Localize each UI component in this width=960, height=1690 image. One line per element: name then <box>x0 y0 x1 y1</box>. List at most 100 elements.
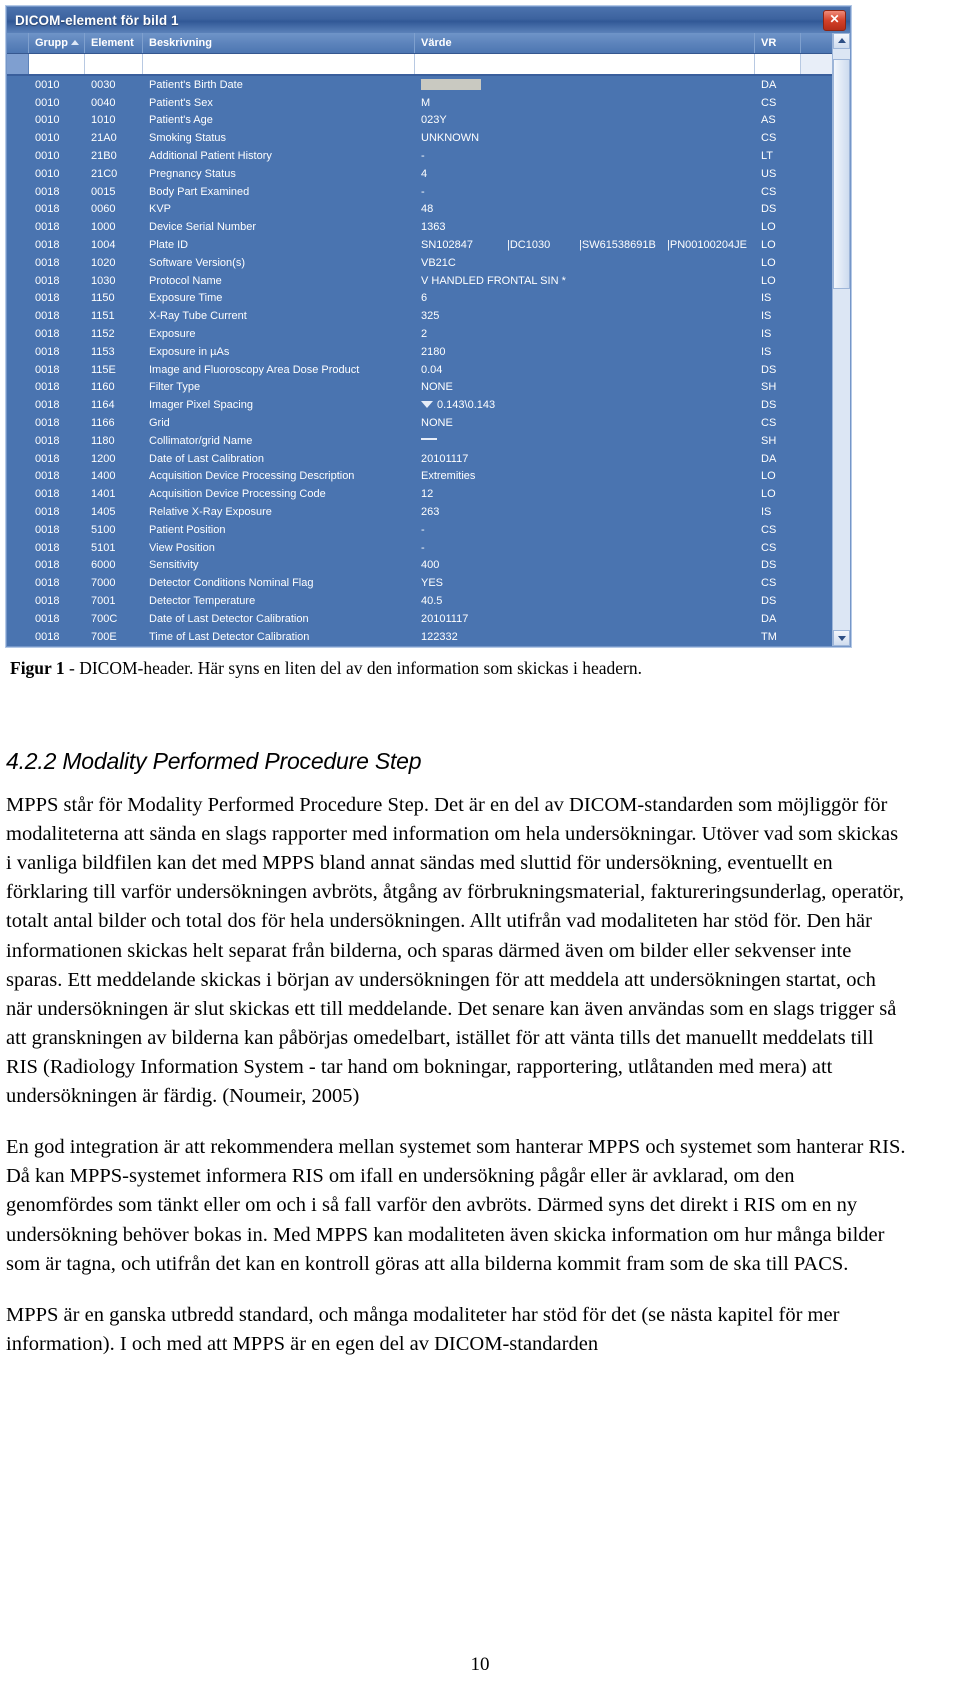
cell-element: 7000 <box>91 577 116 590</box>
table-row[interactable]: 0018 7001 Detector Temperature 40.5 DS <box>7 592 832 610</box>
filter-input-vr[interactable] <box>755 54 801 74</box>
scrollbar-thumb[interactable] <box>833 59 850 289</box>
vertical-scrollbar[interactable] <box>832 33 850 646</box>
expand-triangle-icon[interactable] <box>421 400 433 408</box>
table-row[interactable]: 0018 1160 Filter Type NONE SH <box>7 379 832 397</box>
table-row[interactable]: 0018 0060 KVP 48 DS <box>7 201 832 219</box>
scrollbar-track[interactable] <box>833 49 850 630</box>
table-row[interactable]: 0018 7000 Detector Conditions Nominal Flag… <box>7 574 832 592</box>
cell-grupp: 0018 <box>35 630 60 643</box>
cell-element: 1160 <box>91 381 115 394</box>
dicom-element-window: DICOM-element för bild 1 ✕ Grupp Element… <box>6 6 851 647</box>
grid-header-row: Grupp Element Beskrivning Värde VR <box>7 33 832 54</box>
cell-varde: 263 <box>421 506 440 519</box>
table-row[interactable]: 0018 1180 Collimator/grid Name SH <box>7 432 832 450</box>
filter-gutter <box>7 54 29 74</box>
scroll-up-icon[interactable] <box>833 33 850 49</box>
cell-element: 1200 <box>91 452 116 465</box>
table-row[interactable]: 0018 6000 Sensitivity 400 DS <box>7 557 832 575</box>
table-row[interactable]: 0018 1164 Imager Pixel Spacing 0.143\0.143 D… <box>7 396 832 414</box>
table-row[interactable]: 0018 1004 Plate ID SN102847 |DC1030 |SW615386… <box>7 236 832 254</box>
figure-dicom-header: DICOM-element för bild 1 ✕ Grupp Element… <box>6 6 851 679</box>
column-header-beskrivning[interactable]: Beskrivning <box>143 33 415 53</box>
table-row[interactable]: 0018 115E Image and Fluoroscopy Area Dose … <box>7 361 832 379</box>
table-row[interactable]: 0010 21B0 Additional Patient History - LT <box>7 147 832 165</box>
filter-input-beskrivning[interactable] <box>143 54 415 74</box>
cell-element: 6000 <box>91 559 116 572</box>
table-row[interactable]: 0018 1200 Date of Last Calibration 20101117… <box>7 450 832 468</box>
close-icon[interactable]: ✕ <box>823 9 846 31</box>
cell-vr: US <box>761 167 777 180</box>
cell-varde: M <box>421 96 431 109</box>
cell-element: 1020 <box>91 256 116 269</box>
cell-element: 1150 <box>91 292 115 305</box>
cell-vr: TM <box>761 630 777 643</box>
table-row[interactable]: 0010 0040 Patient's Sex M CS <box>7 94 832 112</box>
cell-element: 0015 <box>91 185 116 198</box>
column-header-grupp[interactable]: Grupp <box>29 33 85 53</box>
cell-varde: 2 <box>421 328 428 341</box>
cell-beskrivning: Acquisition Device Processing Descriptio… <box>149 470 355 483</box>
cell-vr: AS <box>761 114 776 127</box>
table-row[interactable]: 0018 1153 Exposure in µAs 2180 IS <box>7 343 832 361</box>
cell-beskrivning: Image and Fluoroscopy Area Dose Product <box>149 363 360 376</box>
cell-varde <box>415 78 755 91</box>
cell-vr: CS <box>761 417 777 430</box>
table-row[interactable]: 0018 1030 Protocol Name V HANDLED FRONTAL S… <box>7 272 832 290</box>
cell-varde: 48 <box>421 203 434 216</box>
table-row[interactable]: 0018 1400 Acquisition Device Processing De… <box>7 468 832 486</box>
cell-vr: IS <box>761 345 772 358</box>
table-row[interactable]: 0018 5100 Patient Position - CS <box>7 521 832 539</box>
cell-varde: 0.143\0.143 <box>415 399 755 411</box>
table-row[interactable]: 0018 1020 Software Version(s) VB21C LO <box>7 254 832 272</box>
cell-grupp: 0018 <box>35 292 60 305</box>
table-row[interactable]: 0010 1010 Patient's Age 023Y AS <box>7 112 832 130</box>
cell-varde-multipart: SN102847 |DC1030 |SW61538691B |PN00100204JE <box>421 239 747 251</box>
cell-varde: 4 <box>421 167 428 180</box>
cell-grupp: 0018 <box>35 274 60 287</box>
cell-grupp: 0018 <box>35 239 60 252</box>
table-row[interactable]: 0018 1152 Exposure 2 IS <box>7 325 832 343</box>
column-header-varde[interactable]: Värde <box>415 33 755 53</box>
cell-varde: - <box>421 523 425 536</box>
cell-beskrivning: Date of Last Calibration <box>149 452 264 465</box>
cell-beskrivning: Filter Type <box>149 381 201 394</box>
column-header-element[interactable]: Element <box>85 33 143 53</box>
cell-element: 1151 <box>91 310 115 323</box>
scroll-down-icon[interactable] <box>833 629 850 646</box>
table-row[interactable]: 0018 700C Date of Last Detector Calibratio… <box>7 610 832 628</box>
table-row[interactable]: 0018 0015 Body Part Examined - CS <box>7 183 832 201</box>
table-row[interactable]: 0018 1401 Acquisition Device Processing Co… <box>7 485 832 503</box>
cell-vr: LO <box>761 470 776 483</box>
table-row[interactable]: 0018 1150 Exposure Time 6 IS <box>7 290 832 308</box>
cell-beskrivning: Acquisition Device Processing Code <box>149 488 326 501</box>
table-row[interactable]: 0018 1166 Grid NONE CS <box>7 414 832 432</box>
table-row[interactable]: 0010 21A0 Smoking Status UNKNOWN CS <box>7 129 832 147</box>
cell-varde: VB21C <box>421 256 456 269</box>
table-row[interactable]: 0018 1405 Relative X-Ray Exposure 263 IS <box>7 503 832 521</box>
cell-grupp: 0018 <box>35 541 60 554</box>
table-row[interactable]: 0018 1151 X-Ray Tube Current 325 IS <box>7 307 832 325</box>
cell-beskrivning: Exposure in µAs <box>149 345 230 358</box>
window-title-bar: DICOM-element för bild 1 ✕ <box>7 7 850 33</box>
cell-element: 1405 <box>91 506 116 519</box>
cell-beskrivning: Software Version(s) <box>149 256 245 269</box>
cell-grupp: 0010 <box>35 150 60 163</box>
table-row[interactable]: 0010 21C0 Pregnancy Status 4 US <box>7 165 832 183</box>
cell-beskrivning: Patient's Sex <box>149 96 213 109</box>
cell-vr: DS <box>761 559 777 572</box>
dicom-grid-main: Grupp Element Beskrivning Värde VR 0010 … <box>7 33 832 646</box>
cell-beskrivning: View Position <box>149 541 215 554</box>
cell-vr: DS <box>761 399 777 412</box>
cell-varde: 12 <box>421 488 434 501</box>
table-row[interactable]: 0018 5101 View Position - CS <box>7 539 832 557</box>
table-row[interactable]: 0018 700E Time of Last Detector Calibratio… <box>7 628 832 646</box>
filter-input-element[interactable] <box>85 54 143 74</box>
table-row[interactable]: 0010 0030 Patient's Birth Date DA <box>7 76 832 94</box>
table-row[interactable]: 0018 1000 Device Serial Number 1363 LO <box>7 218 832 236</box>
cell-element: 7001 <box>91 595 116 607</box>
filter-input-varde[interactable] <box>415 54 755 74</box>
filter-input-grupp[interactable] <box>29 54 85 74</box>
column-header-vr[interactable]: VR <box>755 33 801 53</box>
cell-beskrivning: Collimator/grid Name <box>149 434 253 447</box>
